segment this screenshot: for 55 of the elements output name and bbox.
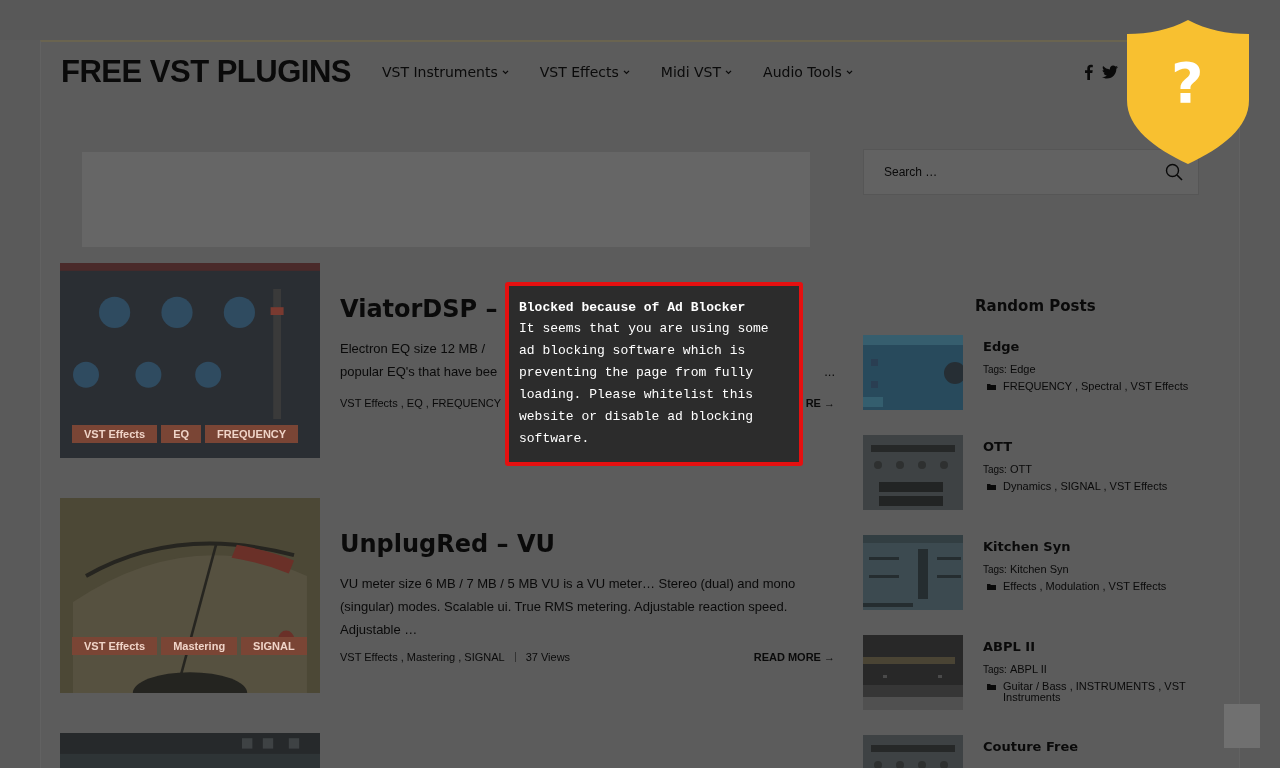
- dialog-title: Blocked because of Ad Blocker: [519, 299, 747, 317]
- dialog-message: It seems that you are using some ad blocking software which is preventing the page from fully loading. Please whitelist this website or disable ad blocking software.: [519, 320, 770, 448]
- tag-label[interactable]: SIGNAL: [241, 637, 307, 655]
- ellipsis-text: ...: [824, 363, 835, 381]
- tag-link[interactable]: OTT: [1009, 463, 1032, 475]
- post-categories: VST Effects , Mastering , SIGNAL: [340, 651, 505, 663]
- post-categories: Effects , Modulation , VST Effects: [1003, 581, 1167, 592]
- nav-menu-item[interactable]: Midi VST: [660, 64, 733, 80]
- search-field[interactable]: Search …: [863, 149, 1199, 195]
- tag-label[interactable]: Mastering: [161, 637, 238, 655]
- post-excerpt: Electron EQ size 12 MB /: [340, 340, 486, 358]
- tag-label[interactable]: EQ: [161, 425, 202, 443]
- post-categories: FREQUENCY , Spectral , VST Effects: [1003, 381, 1189, 392]
- caret-icon: [622, 69, 630, 75]
- tags-label: Tags:: [983, 664, 1007, 675]
- tag-link[interactable]: Kitchen Syn: [1009, 563, 1069, 575]
- folder-icon: [987, 583, 996, 590]
- caret-icon: [845, 69, 853, 75]
- post-title[interactable]: OTT: [983, 439, 1199, 454]
- post-excerpt: popular EQ's that have bee: [340, 363, 498, 381]
- shield-icon[interactable]: [1127, 20, 1249, 164]
- post-categories: VST Effects , EQ , FREQUENCY: [340, 397, 501, 409]
- folder-icon: [987, 483, 996, 490]
- site-logo[interactable]: FREE VST PLUGINS: [61, 54, 351, 90]
- post-title[interactable]: Edge: [983, 339, 1199, 354]
- section-heading: Random Posts: [975, 297, 1097, 315]
- question-mark-text: ?: [1171, 49, 1204, 117]
- post-excerpt: VU meter size 6 MB / 7 MB / 5 MB VU is a VU meter… Stereo (dual) and mono (singular) modes. Scalable ui. True RMS metering. Adjustable reaction speed. Adjustable …: [340, 575, 797, 639]
- post-categories: Dynamics , SIGNAL , VST Effects: [1003, 481, 1168, 492]
- post-categories: Guitar / Bass , INSTRUMENTS , VST Instruments: [1003, 681, 1187, 703]
- read-more-link[interactable]: RE →: [805, 397, 835, 409]
- folder-icon: [987, 383, 996, 390]
- tags-label: Tags:: [983, 564, 1007, 575]
- tags-label: Tags:: [983, 464, 1007, 475]
- caret-icon: [725, 69, 733, 75]
- caret-icon: [501, 69, 509, 75]
- tag-link[interactable]: Edge: [1009, 363, 1036, 375]
- post-title[interactable]: Couture Free: [983, 739, 1199, 754]
- tag-label[interactable]: VST Effects: [72, 637, 158, 655]
- post-title[interactable]: ABPL II: [983, 639, 1199, 654]
- search-icon[interactable]: [1165, 163, 1183, 181]
- nav-menu-item[interactable]: VST Instruments: [382, 64, 509, 80]
- nav-menu-item[interactable]: Audio Tools: [763, 64, 853, 80]
- view-count: 37 Views: [525, 651, 571, 663]
- read-more-link[interactable]: READ MORE →: [753, 651, 835, 663]
- folder-icon: [987, 683, 996, 690]
- tags-label: Tags:: [983, 364, 1007, 375]
- facebook-icon[interactable]: [1084, 64, 1093, 80]
- post-title[interactable]: UnplugRed – VU: [340, 530, 835, 558]
- tag-label[interactable]: FREQUENCY: [205, 425, 299, 443]
- nav-menu-item[interactable]: VST Effects: [539, 64, 630, 80]
- twitter-icon[interactable]: [1102, 65, 1118, 79]
- post-title[interactable]: Kitchen Syn: [983, 539, 1199, 554]
- tag-label[interactable]: VST Effects: [72, 425, 158, 443]
- tag-link[interactable]: ABPL II: [1009, 663, 1047, 675]
